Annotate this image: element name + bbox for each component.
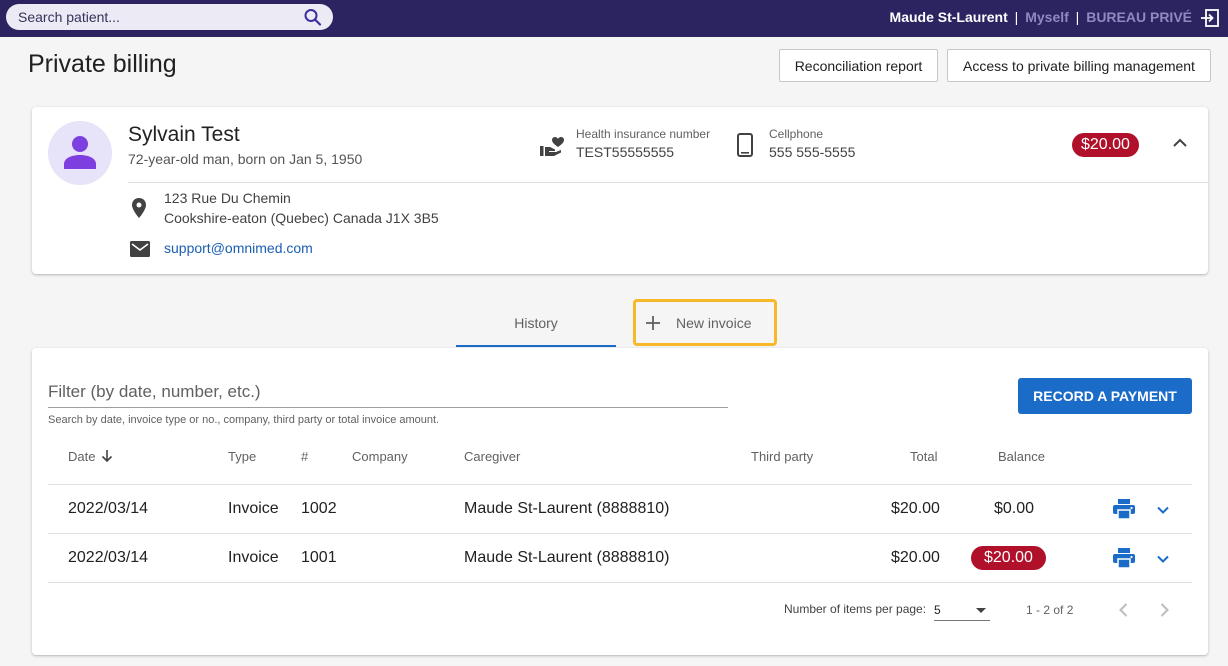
health-insurance-icon [540,137,564,156]
separator: | [1014,9,1019,25]
cellphone-value: 555 555-5555 [769,144,856,160]
cell-number: 1002 [301,500,337,517]
patient-info: 72-year-old man, born on Jan 5, 1950 [128,151,363,167]
filter-hint: Search by date, invoice type or no., com… [48,414,440,426]
table-bottom-border [48,582,1192,583]
divider [128,182,1208,183]
items-per-page-value: 5 [934,603,941,617]
column-header-date[interactable]: Date [68,449,95,464]
context-office[interactable]: BUREAU PRIVÉ [1086,9,1192,25]
location-icon [132,198,146,218]
tab-new-invoice[interactable]: New invoice [633,299,777,346]
next-page-icon[interactable] [1155,601,1173,619]
cell-date: 2022/03/14 [68,549,149,566]
patient-name: Sylvain Test [128,123,240,146]
cellphone-label: Cellphone [769,127,824,141]
user-context: Maude St-Laurent | Myself | BUREAU PRIVÉ [890,9,1192,25]
cell-total: $20.00 [891,500,940,517]
logout-icon[interactable] [1200,8,1220,28]
reconciliation-report-button[interactable]: Reconciliation report [779,49,938,82]
balance-due-badge: $20.00 [971,546,1046,570]
page-title: Private billing [28,50,177,78]
person-icon [64,136,96,169]
chevron-up-icon[interactable] [1170,133,1190,153]
cell-type: Invoice [228,500,279,517]
avatar [48,121,112,185]
column-header-type: Type [228,449,257,464]
column-header-total: Total [910,449,938,464]
plus-icon [646,316,660,330]
cell-caregiver: Maude St-Laurent (8888810) [464,549,670,566]
patient-search[interactable] [6,4,333,30]
arrow-down-icon[interactable] [100,449,114,463]
address-line-1: 123 Rue Du Chemin [164,190,291,206]
email-icon [130,241,150,257]
cell-type: Invoice [228,549,279,566]
context-myself[interactable]: Myself [1025,9,1069,25]
user-name[interactable]: Maude St-Laurent [890,9,1008,25]
address-line-2: Cookshire-eaton (Quebec) Canada J1X 3B5 [164,210,439,226]
table-row[interactable]: 2022/03/14 Invoice 1001 Maude St-Laurent… [48,533,1192,582]
column-header-caregiver: Caregiver [464,449,521,464]
patient-email-link[interactable]: support@omnimed.com [164,240,313,256]
chevron-down-icon[interactable] [1155,551,1171,567]
cell-caregiver: Maude St-Laurent (8888810) [464,500,670,517]
cellphone-icon [737,133,753,157]
tab-history[interactable]: History [456,299,616,347]
previous-page-icon[interactable] [1115,601,1133,619]
search-icon[interactable] [303,8,323,26]
separator: | [1075,9,1080,25]
pagination-range: 1 - 2 of 2 [1026,603,1074,617]
health-insurance-label: Health insurance number [576,127,711,141]
patient-search-input[interactable] [18,7,298,27]
cell-total: $20.00 [891,549,940,566]
filter-field[interactable] [48,378,728,408]
tab-new-invoice-label: New invoice [676,315,752,331]
filter-input[interactable] [48,378,728,406]
patient-card: Sylvain Test 72-year-old man, born on Ja… [32,107,1208,274]
record-payment-button[interactable]: RECORD A PAYMENT [1018,378,1192,414]
print-icon[interactable] [1113,499,1135,519]
access-billing-management-button[interactable]: Access to private billing management [947,49,1211,82]
cell-balance: $0.00 [994,500,1035,517]
table-row[interactable]: 2022/03/14 Invoice 1002 Maude St-Laurent… [48,484,1192,533]
cell-number: 1001 [301,549,337,566]
cell-date: 2022/03/14 [68,500,149,517]
column-header-number: # [301,449,309,464]
chevron-down-icon[interactable] [1155,502,1171,518]
patient-balance-badge: $20.00 [1072,133,1139,157]
top-bar: Maude St-Laurent | Myself | BUREAU PRIVÉ [0,0,1228,37]
column-header-company: Company [352,449,408,464]
items-per-page-label: Number of items per page: [784,602,927,616]
column-header-third-party: Third party [751,449,814,464]
items-per-page-select[interactable]: 5 [934,601,990,621]
dropdown-caret-icon [976,608,986,613]
health-insurance-value: TEST55555555 [576,144,675,160]
column-header-balance: Balance [998,449,1045,464]
print-icon[interactable] [1113,548,1135,568]
invoice-history-card: Search by date, invoice type or no., com… [32,348,1208,655]
